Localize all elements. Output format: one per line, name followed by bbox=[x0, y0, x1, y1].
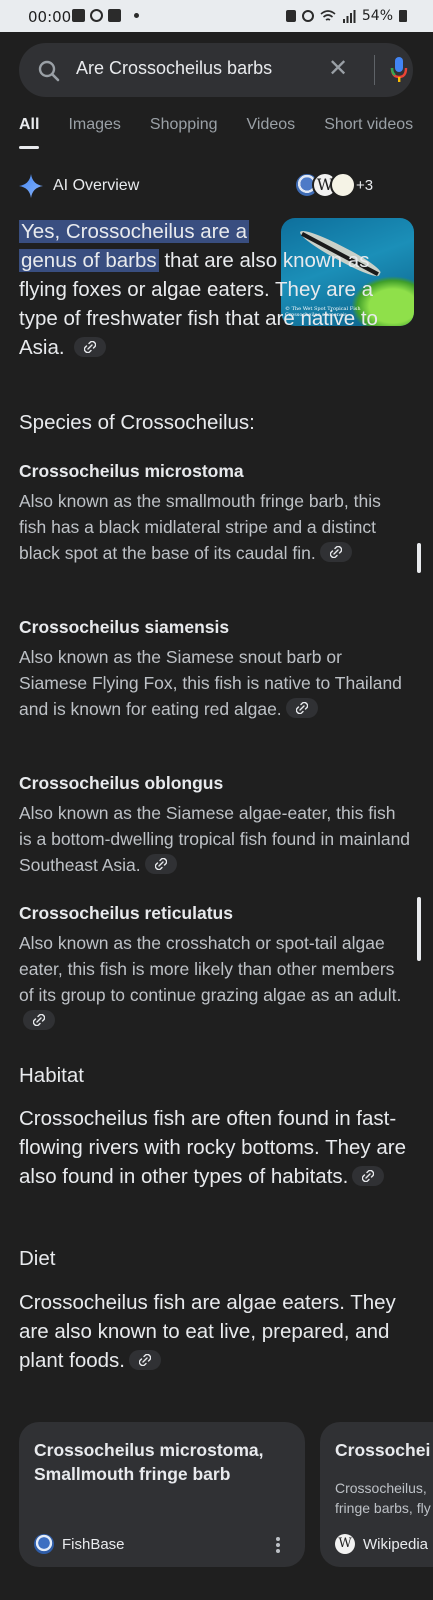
close-icon[interactable]: ✕ bbox=[328, 57, 348, 81]
search-icon bbox=[38, 60, 60, 82]
search-input[interactable]: Are Crossocheilus barbs bbox=[76, 58, 272, 79]
fishbase-icon bbox=[34, 1534, 54, 1554]
card-source-name: FishBase bbox=[62, 1535, 125, 1553]
search-bar[interactable]: Are Crossocheilus barbs ✕ bbox=[19, 43, 413, 97]
species-heading: Species of Crossocheilus: bbox=[19, 411, 255, 434]
battery-icon bbox=[399, 10, 407, 22]
more-options-icon[interactable] bbox=[275, 1536, 281, 1554]
ai-overview-title: AI Overview bbox=[53, 177, 140, 194]
link-icon[interactable] bbox=[319, 542, 352, 563]
source-avatar[interactable] bbox=[330, 172, 356, 198]
species-item: Crossocheilus siamensis Also known as th… bbox=[19, 617, 411, 722]
species-item: Crossocheilus microstoma Also known as t… bbox=[19, 461, 411, 566]
tab-videos[interactable]: Videos bbox=[247, 116, 296, 134]
highlighted-answer: genus of barbs bbox=[19, 249, 159, 272]
card-source-name: Wikipedia bbox=[363, 1535, 429, 1553]
status-right: 54% bbox=[285, 8, 407, 24]
notification-icons bbox=[72, 9, 139, 22]
species-desc-block: Also known as the Siamese algae-eater, t… bbox=[19, 800, 411, 878]
tab-images[interactable]: Images bbox=[68, 116, 120, 134]
habitat-text-block: Crossocheilus fish are often found in fa… bbox=[19, 1104, 411, 1191]
source-avatars[interactable]: W bbox=[294, 172, 356, 198]
species-name: Crossocheilus microstoma bbox=[19, 461, 244, 481]
species-desc-block: Also known as the Siamese snout barb or … bbox=[19, 644, 411, 722]
link-icon[interactable] bbox=[23, 1010, 55, 1031]
species-item: Crossocheilus oblongus Also known as the… bbox=[19, 773, 411, 878]
tab-shopping[interactable]: Shopping bbox=[150, 116, 218, 134]
scroll-indicator bbox=[417, 543, 421, 573]
link-icon[interactable] bbox=[129, 1349, 161, 1370]
species-desc: Also known as the Siamese snout barb or … bbox=[19, 647, 402, 719]
species-item: Crossocheilus reticulatus Also known as … bbox=[19, 903, 411, 1034]
species-desc: Also known as the Siamese algae-eater, t… bbox=[19, 803, 411, 875]
folder-icon bbox=[108, 9, 121, 22]
species-name: Crossocheilus siamensis bbox=[19, 617, 230, 637]
gallery-icon bbox=[72, 9, 85, 22]
more-sources-count[interactable]: +3 bbox=[356, 177, 373, 194]
species-name: Crossocheilus oblongus bbox=[19, 773, 224, 793]
lock-icon bbox=[285, 10, 296, 22]
status-bar: 00:00 54% bbox=[0, 0, 433, 32]
alarm-icon bbox=[301, 10, 314, 22]
status-time: 00:00 bbox=[28, 8, 72, 26]
link-icon[interactable] bbox=[352, 1165, 385, 1186]
wikipedia-icon: W bbox=[335, 1534, 355, 1554]
habitat-text: Crossocheilus fish are often found in fa… bbox=[19, 1107, 406, 1188]
species-name: Crossocheilus reticulatus bbox=[19, 903, 233, 923]
ai-overview-intro: Yes, Crossocheilus are a genus of barbs … bbox=[19, 217, 413, 362]
habitat-heading: Habitat bbox=[19, 1064, 84, 1087]
card-snippet: Crossocheilus, fringe barbs, fly bbox=[335, 1480, 431, 1516]
scroll-indicator bbox=[417, 897, 421, 961]
app-notification-icon bbox=[90, 9, 103, 22]
card-title: Crossochei bbox=[335, 1440, 431, 1460]
diet-heading: Diet bbox=[19, 1247, 56, 1270]
source-card-fishbase[interactable]: Crossocheilus microstoma, Smallmouth fri… bbox=[19, 1422, 305, 1567]
mic-icon[interactable] bbox=[389, 55, 409, 85]
link-icon[interactable] bbox=[74, 336, 107, 357]
more-notifications-icon bbox=[134, 13, 139, 18]
source-card-wikipedia[interactable]: Crossochei Crossocheilus, fringe barbs, … bbox=[320, 1422, 433, 1567]
sparkle-icon bbox=[19, 174, 43, 198]
link-icon[interactable] bbox=[144, 854, 177, 875]
ai-overview-header: AI Overview W +3 bbox=[19, 172, 413, 202]
tab-all[interactable]: All bbox=[19, 116, 40, 149]
battery-percent: 54% bbox=[361, 8, 393, 24]
wifi-icon bbox=[320, 9, 336, 21]
highlighted-answer: Yes, Crossocheilus are a bbox=[19, 220, 250, 243]
diet-text-block: Crossocheilus fish are algae eaters. The… bbox=[19, 1288, 411, 1375]
diet-text: Crossocheilus fish are algae eaters. The… bbox=[19, 1291, 396, 1372]
card-source: W Wikipedia bbox=[335, 1534, 428, 1554]
species-desc: Also known as the crosshatch or spot-tai… bbox=[19, 933, 402, 1005]
card-title: Crossocheilus microstoma, Smallmouth fri… bbox=[34, 1440, 264, 1484]
card-source: FishBase bbox=[34, 1534, 125, 1554]
species-desc-block: Also known as the smallmouth fringe barb… bbox=[19, 488, 411, 566]
signal-icon bbox=[342, 9, 356, 23]
search-tabs: All Images Shopping Videos Short videos bbox=[19, 116, 433, 149]
link-icon[interactable] bbox=[285, 698, 318, 719]
tab-short-videos[interactable]: Short videos bbox=[324, 116, 413, 134]
search-divider bbox=[374, 55, 375, 85]
species-desc-block: Also known as the crosshatch or spot-tai… bbox=[19, 930, 411, 1034]
